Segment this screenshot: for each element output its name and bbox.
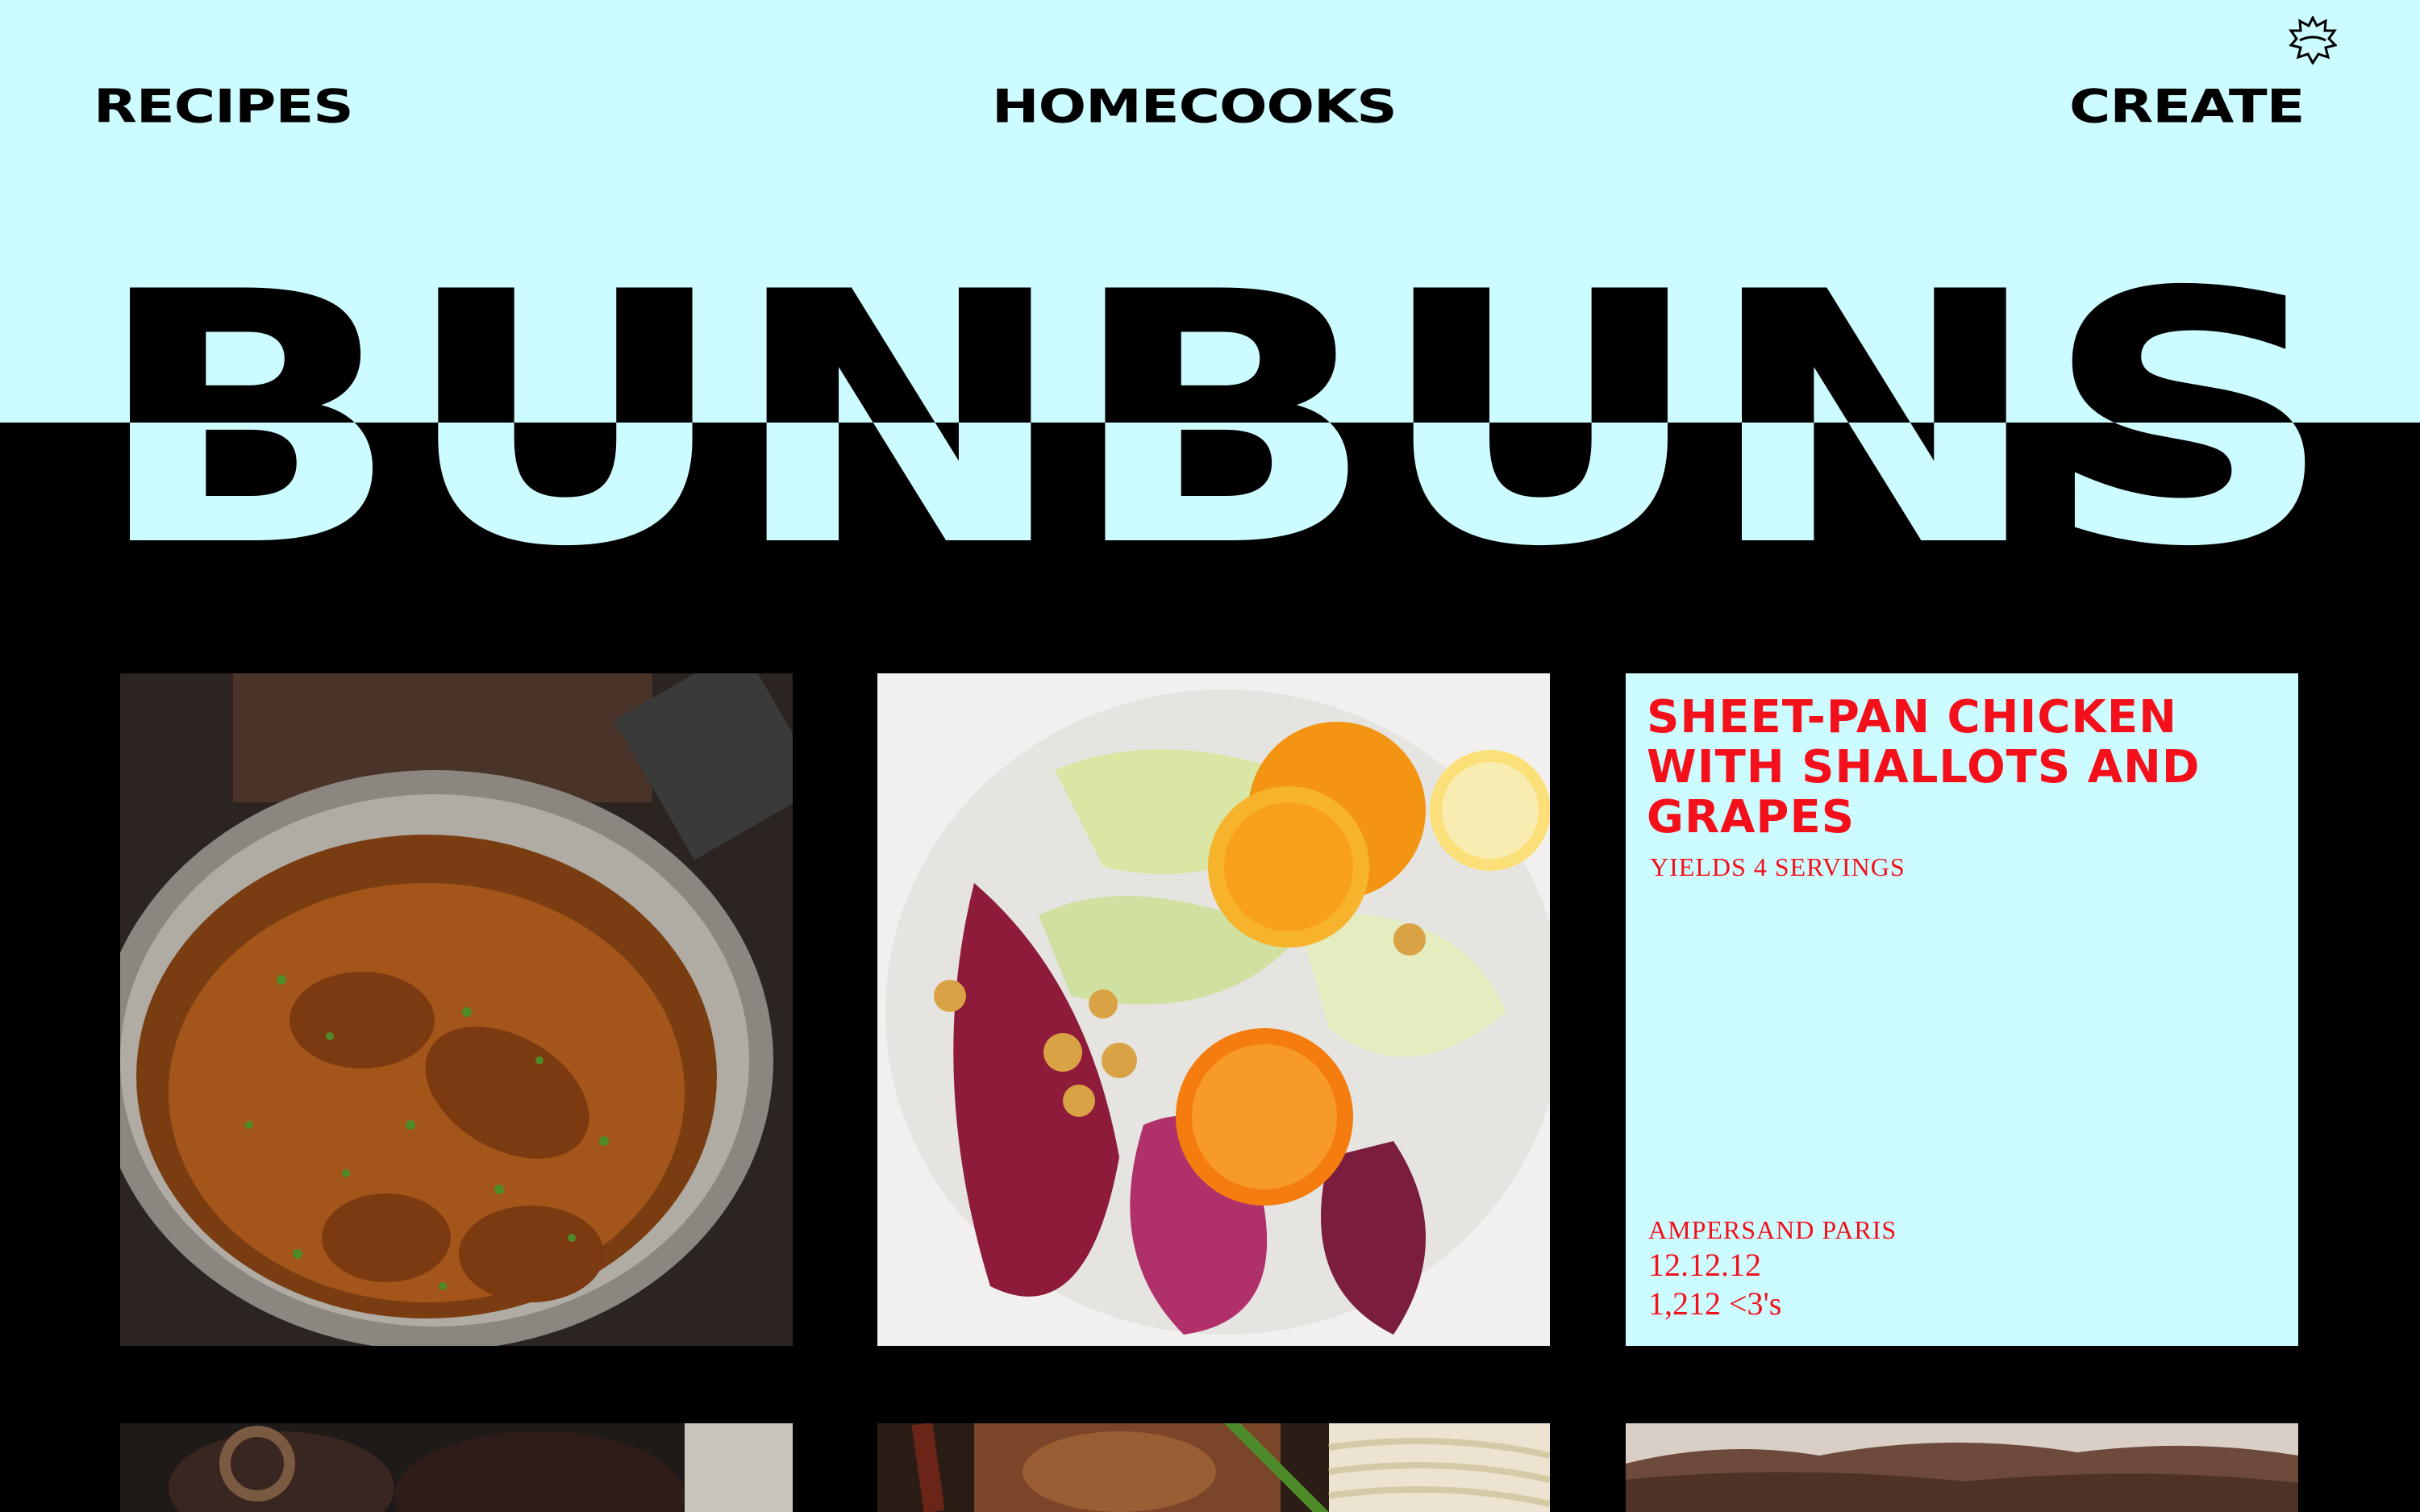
recipe-hearts-count: 1,212 <3's: [1648, 1285, 1782, 1322]
recipe-card-noodle-bowl[interactable]: [877, 1423, 1550, 1512]
recipe-date: 12.12.12: [1648, 1247, 1761, 1283]
recipe-card-grilled-dish[interactable]: [1626, 1423, 2298, 1512]
citrus-salad-photo: [877, 673, 1550, 1346]
site-logo[interactable]: BUNBUNS BUNBUNS: [89, 250, 2339, 564]
short-ribs-photo: [120, 1423, 793, 1512]
recipe-card-short-ribs[interactable]: [120, 1423, 793, 1512]
recipe-card-chicken-curry[interactable]: [120, 673, 793, 1346]
nav-create-link[interactable]: CREATE: [2069, 80, 2305, 133]
recipe-title[interactable]: SHEET-PAN CHICKEN WITH SHALLOTS AND GRAP…: [1647, 693, 2276, 843]
noodle-bowl-photo: [877, 1423, 1550, 1512]
grilled-dish-photo: [1626, 1423, 2298, 1512]
recipe-card-sheet-pan-chicken[interactable]: SHEET-PAN CHICKEN WITH SHALLOTS AND GRAP…: [1626, 673, 2298, 1346]
starburst-badge-icon[interactable]: [2289, 15, 2338, 65]
recipe-author[interactable]: AMPERSAND PARIS: [1648, 1214, 1897, 1246]
nav-homecooks-link[interactable]: HOMECOOKS: [992, 80, 1397, 133]
recipe-meta: AMPERSAND PARIS 12.12.12 1,212 <3's: [1648, 1214, 1897, 1323]
nav-recipes-link[interactable]: RECIPES: [94, 80, 354, 133]
recipe-yield: YIELDS 4 SERVINGS: [1650, 852, 1906, 881]
recipe-card-citrus-salad[interactable]: [877, 673, 1550, 1346]
chicken-curry-photo: [120, 673, 793, 1346]
